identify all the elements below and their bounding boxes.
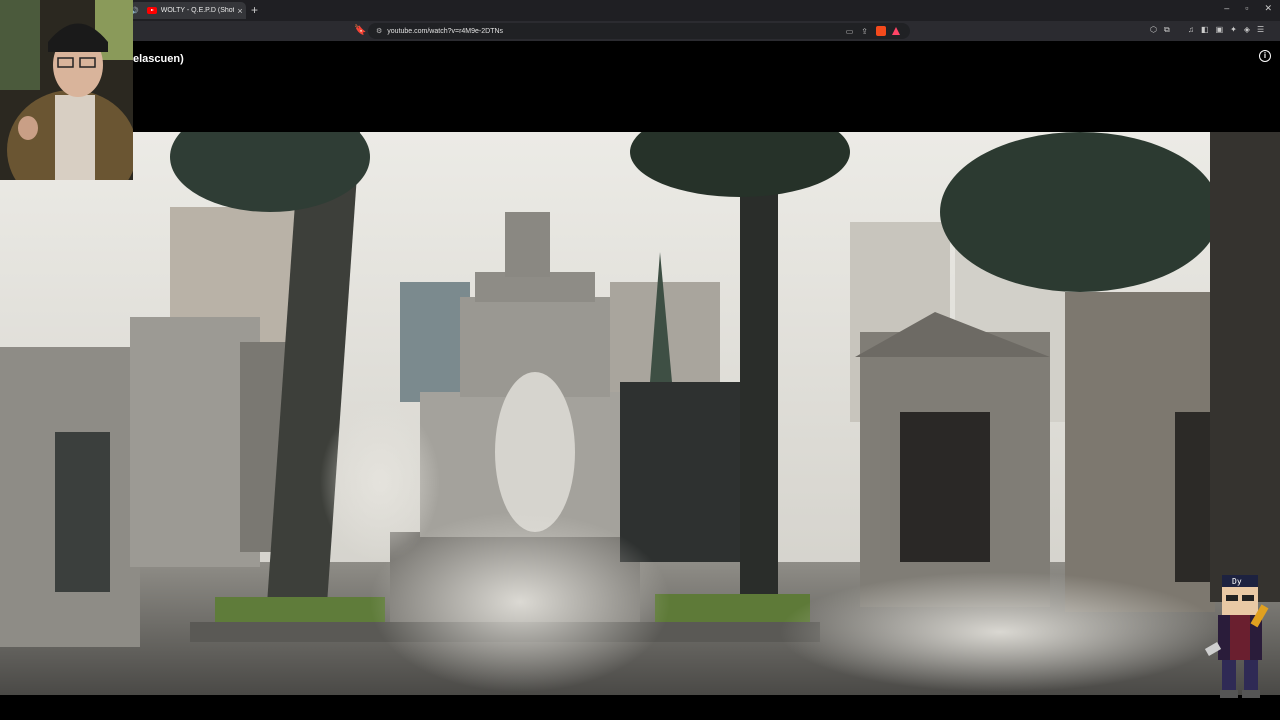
brave-shields-icon[interactable] <box>876 26 886 36</box>
streamer-image <box>0 0 133 180</box>
extension-icon[interactable]: ⬡ <box>1150 25 1157 35</box>
maximize-button[interactable]: ▫ <box>1245 3 1248 14</box>
close-window-button[interactable]: ✕ <box>1264 3 1272 14</box>
leo-ai-icon[interactable]: ✦ <box>1230 25 1237 34</box>
video-frame-image <box>0 132 1280 695</box>
extension-icons: ⬡ ⧉ <box>1150 25 1170 35</box>
new-tab-button[interactable]: + <box>251 3 258 17</box>
webcam-overlay <box>0 0 133 180</box>
tab-strip: 🔊 WOLTY - Q.E.P.D (Shot by Be × + – ▫ ✕ <box>0 0 1280 21</box>
url-text[interactable]: youtube.com/watch?v=r4M9e-2DTNs <box>387 28 845 35</box>
share-icon[interactable]: ⇪ <box>861 27 868 36</box>
tab-title: WOLTY - Q.E.P.D (Shot by Be <box>160 7 234 14</box>
window-controls: – ▫ ✕ <box>1224 3 1272 14</box>
menu-icon[interactable]: ☰ <box>1257 25 1264 34</box>
tab-close-button[interactable]: × <box>234 6 246 16</box>
translate-icon[interactable]: ⧉ <box>1164 25 1170 35</box>
pixel-character-image: Dy <box>1204 575 1269 698</box>
info-icon[interactable]: i <box>1259 50 1271 62</box>
picture-in-picture-icon[interactable]: ▭ <box>846 27 854 36</box>
video-player[interactable] <box>0 132 1280 695</box>
tab-youtube-video[interactable]: 🔊 WOLTY - Q.E.P.D (Shot by Be × <box>130 2 246 19</box>
video-title: elascuen) <box>133 53 184 65</box>
bookmark-icon[interactable]: 🔖 <box>354 25 366 36</box>
pixel-mascot-overlay: Dy <box>1200 565 1280 705</box>
wallet-icon[interactable]: ▣ <box>1216 25 1224 34</box>
sidebar-icon[interactable]: ◧ <box>1201 25 1209 34</box>
site-info-icon[interactable]: ⚙ <box>376 27 382 35</box>
music-icon[interactable]: ♫ <box>1188 25 1194 34</box>
mascot-label: Dy <box>1232 577 1242 586</box>
youtube-favicon-icon <box>146 7 157 14</box>
vpn-icon[interactable]: ◈ <box>1244 25 1250 34</box>
brave-rewards-icon[interactable] <box>892 27 900 35</box>
address-bar[interactable]: ⚙ youtube.com/watch?v=r4M9e-2DTNs ▭ ⇪ <box>368 23 910 39</box>
minimize-button[interactable]: – <box>1224 3 1229 14</box>
toolbar-right-icons: ♫ ◧ ▣ ✦ ◈ ☰ <box>1188 25 1264 34</box>
